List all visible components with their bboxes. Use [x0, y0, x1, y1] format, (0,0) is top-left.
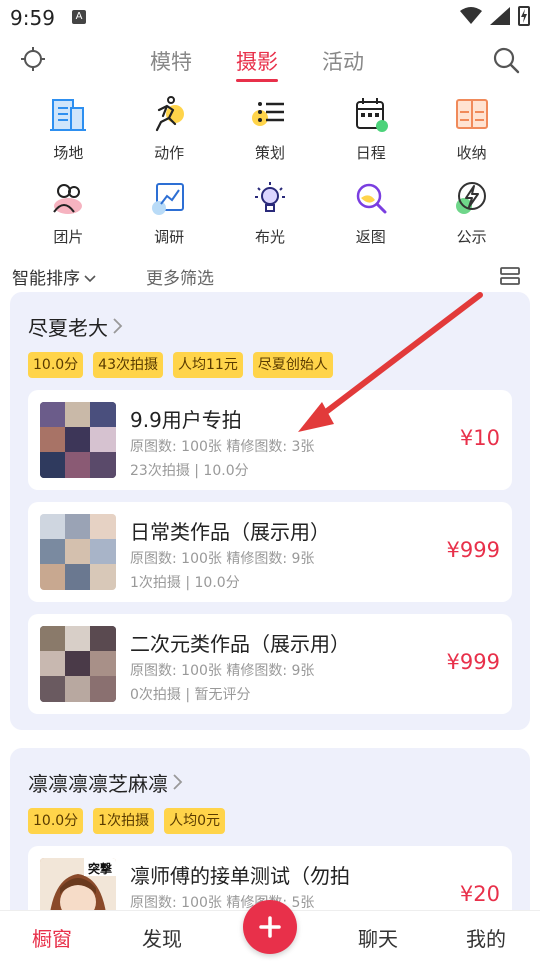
category-grid: 场地 动作 策划 日程 收纳 团片 调研 布光 返图 公示 — [0, 92, 540, 260]
tab-models[interactable]: 模特 — [150, 46, 192, 82]
tab-showcase[interactable]: 橱窗 — [32, 923, 72, 952]
package-name: 凛师傅的接单测试（勿拍 — [130, 864, 350, 888]
thumbnail-caption: 突撃 — [87, 862, 112, 876]
shop-card: 尽夏老大 10.0分 43次拍摄 人均11元 尽夏创始人 9.9用户专拍 原图数… — [10, 292, 530, 730]
category-pose[interactable]: 动作 — [129, 92, 209, 176]
category-label: 布光 — [254, 228, 285, 246]
category-label: 场地 — [53, 144, 84, 162]
list-icon — [251, 102, 284, 126]
package-item[interactable]: 二次元类作品（展示用） 原图数: 100张 精修图数: 9张 0次拍摄 | 暂无… — [28, 614, 512, 714]
package-meta: 原图数: 100张 精修图数: 9张 — [130, 551, 315, 567]
locate-icon[interactable] — [20, 46, 46, 72]
shop-name: 尽夏老大 — [28, 316, 108, 340]
chevron-right-icon — [113, 318, 123, 334]
package-thumbnail — [40, 626, 116, 702]
add-button[interactable] — [243, 900, 297, 954]
sort-bar: 智能排序 更多筛选 — [0, 258, 540, 294]
signal-icon — [490, 7, 510, 25]
category-label: 收纳 — [456, 144, 487, 162]
sort-label: 智能排序 — [12, 269, 80, 289]
shoot-count-tag: 1次拍摄 — [93, 808, 155, 834]
category-label: 策划 — [254, 144, 285, 162]
status-time: 9:59 — [10, 6, 55, 30]
package-name: 9.9用户专拍 — [130, 408, 242, 432]
list-layout-icon[interactable] — [500, 266, 520, 286]
category-label: 公示 — [456, 228, 487, 246]
top-nav: 模特 摄影 活动 — [0, 40, 540, 84]
category-group-shoot[interactable]: 团片 — [28, 176, 108, 260]
category-research[interactable]: 调研 — [129, 176, 209, 260]
shop-name: 凛凛凛凛芝麻凛 — [28, 772, 168, 796]
package-item[interactable]: 9.9用户专拍 原图数: 100张 精修图数: 3张 23次拍摄 | 10.0分… — [28, 390, 512, 490]
category-lighting[interactable]: 布光 — [230, 176, 310, 260]
package-name: 日常类作品（展示用） — [130, 520, 330, 544]
smart-sort-dropdown[interactable]: 智能排序 — [12, 264, 97, 289]
calendar-icon — [355, 98, 388, 132]
shop-name-link[interactable]: 尽夏老大 — [28, 312, 124, 341]
category-planning[interactable]: 策划 — [230, 92, 310, 176]
tab-me[interactable]: 我的 — [466, 923, 506, 952]
tab-discover[interactable]: 发现 — [142, 923, 182, 952]
chart-icon — [152, 183, 185, 215]
search-icon[interactable] — [492, 46, 520, 74]
category-storage[interactable]: 收纳 — [432, 92, 512, 176]
category-schedule[interactable]: 日程 — [331, 92, 411, 176]
category-photo-return[interactable]: 返图 — [331, 176, 411, 260]
package-price: ¥10 — [459, 426, 500, 450]
status-bar: 9:59 A — [0, 0, 540, 36]
wifi-icon — [460, 7, 482, 24]
shoot-count-tag: 43次拍摄 — [93, 352, 163, 378]
package-item[interactable]: 日常类作品（展示用） 原图数: 100张 精修图数: 9张 1次拍摄 | 10.… — [28, 502, 512, 602]
notification-a-icon: A — [72, 10, 86, 24]
more-filters-button[interactable]: 更多筛选 — [146, 264, 214, 289]
category-label: 动作 — [154, 144, 185, 162]
category-label: 调研 — [154, 228, 185, 246]
tab-chat[interactable]: 聊天 — [358, 923, 398, 952]
package-price: ¥999 — [446, 538, 500, 562]
bulb-icon — [254, 182, 285, 212]
shop-name-link[interactable]: 凛凛凛凛芝麻凛 — [28, 768, 184, 797]
chevron-down-icon — [84, 275, 96, 283]
package-stats: 0次拍摄 | 暂无评分 — [130, 687, 251, 703]
avg-price-tag: 人均11元 — [173, 352, 243, 378]
tab-activities[interactable]: 活动 — [322, 46, 364, 82]
tab-photography[interactable]: 摄影 — [236, 46, 278, 82]
package-thumbnail — [40, 514, 116, 590]
search-image-icon — [356, 183, 387, 214]
category-label: 团片 — [53, 228, 84, 246]
package-price: ¥999 — [446, 650, 500, 674]
building-icon — [50, 99, 87, 131]
shop-tags: 10.0分 1次拍摄 人均0元 — [28, 808, 226, 834]
chevron-right-icon — [173, 774, 183, 790]
category-notice[interactable]: 公示 — [432, 176, 512, 260]
package-stats: 1次拍摄 | 10.0分 — [130, 575, 240, 591]
category-label: 返图 — [355, 228, 386, 246]
package-meta: 原图数: 100张 精修图数: 3张 — [130, 439, 315, 455]
cabinet-icon — [455, 99, 488, 129]
package-stats: 23次拍摄 | 10.0分 — [130, 463, 249, 479]
battery-icon — [518, 6, 530, 26]
founder-tag: 尽夏创始人 — [252, 352, 333, 378]
group-icon — [53, 184, 83, 214]
shop-tags: 10.0分 43次拍摄 人均11元 尽夏创始人 — [28, 352, 333, 378]
rating-tag: 10.0分 — [28, 352, 84, 378]
avg-price-tag: 人均0元 — [164, 808, 226, 834]
package-price: ¥20 — [459, 882, 500, 906]
plus-icon — [259, 916, 281, 938]
category-label: 日程 — [355, 144, 386, 162]
package-name: 二次元类作品（展示用） — [130, 632, 350, 656]
package-thumbnail — [40, 402, 116, 478]
category-venue[interactable]: 场地 — [28, 92, 108, 176]
rating-tag: 10.0分 — [28, 808, 84, 834]
running-icon — [156, 96, 185, 132]
package-meta: 原图数: 100张 精修图数: 9张 — [130, 663, 315, 679]
lightning-icon — [455, 182, 486, 214]
